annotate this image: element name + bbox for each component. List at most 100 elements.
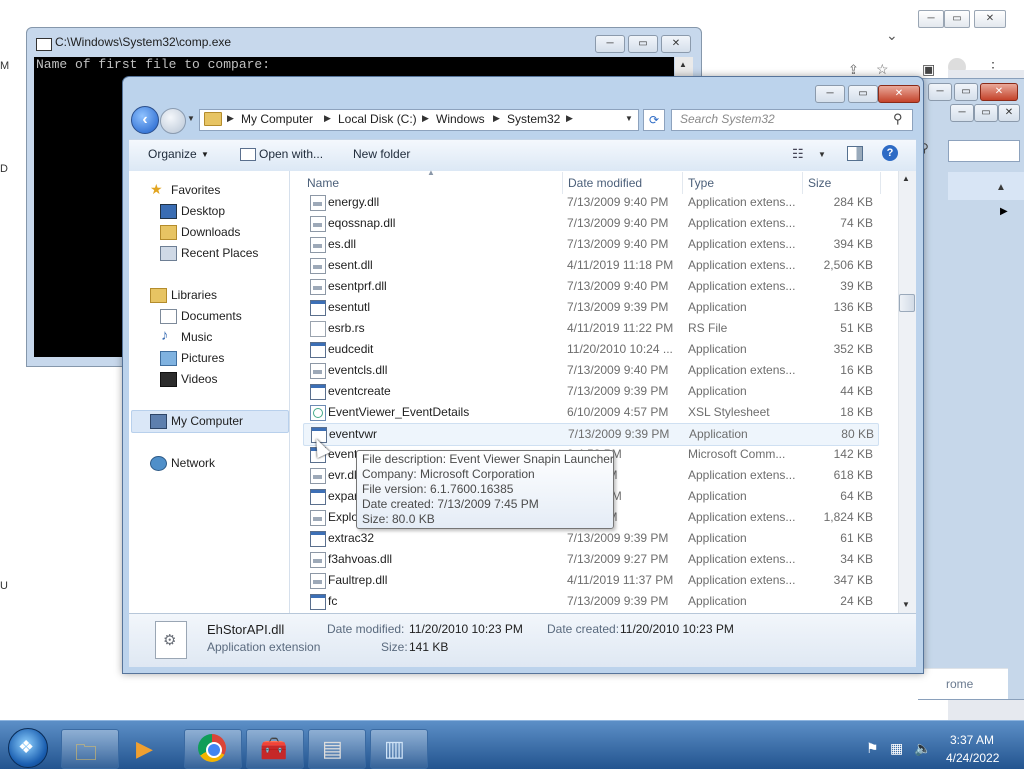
file-row[interactable]: extrac32 7/13/2009 9:39 PM Application 61 K… xyxy=(303,528,877,549)
nav-documents[interactable]: Documents xyxy=(181,309,242,323)
file-row[interactable]: energy.dll 7/13/2009 9:40 PM Application e… xyxy=(303,192,877,213)
explorer-maximize-button[interactable]: ▭ xyxy=(848,85,878,103)
clock-date[interactable]: 4/24/2022 xyxy=(946,751,999,765)
music-icon: ♪ xyxy=(161,327,169,344)
file-size: 142 KB xyxy=(833,447,873,461)
nav-downloads[interactable]: Downloads xyxy=(181,225,240,239)
file-size: 80 KB xyxy=(841,427,874,441)
chrome-restore-button[interactable]: ▭ xyxy=(944,10,970,28)
breadcrumb-separator-icon[interactable]: ▶ xyxy=(324,113,331,124)
details-file-name: EhStorAPI.dll xyxy=(207,622,285,637)
clock-time[interactable]: 3:37 AM xyxy=(950,733,994,747)
nav-music[interactable]: Music xyxy=(181,330,212,344)
breadcrumb-separator-icon[interactable]: ▶ xyxy=(422,113,429,124)
file-row[interactable]: esentprf.dll 7/13/2009 9:40 PM Application… xyxy=(303,276,877,297)
console-minimize-button[interactable]: ─ xyxy=(595,35,625,53)
network-tray-icon[interactable]: ▦ xyxy=(890,740,903,757)
explorer-minimize-button[interactable]: ─ xyxy=(815,85,845,103)
breadcrumb-separator-icon[interactable]: ▶ xyxy=(493,113,500,124)
bg-search-box[interactable] xyxy=(948,140,1020,162)
dll-file-icon xyxy=(310,237,326,253)
bg2-close-button[interactable]: ✕ xyxy=(998,104,1020,122)
back-button[interactable]: ‹ xyxy=(131,106,159,134)
bg-minimize-button[interactable]: ─ xyxy=(928,83,952,101)
pictures-icon xyxy=(160,351,177,366)
console-close-button[interactable]: ✕ xyxy=(661,35,691,53)
file-name: energy.dll xyxy=(328,195,380,209)
column-divider[interactable] xyxy=(802,172,803,194)
bg2-minimize-button[interactable]: ─ xyxy=(950,104,974,122)
chevron-down-icon[interactable]: ⌄ xyxy=(886,27,898,44)
file-row[interactable]: EventViewer_EventDetails 6/10/2009 4:57 P… xyxy=(303,402,877,423)
history-dropdown-icon[interactable]: ▼ xyxy=(187,114,195,123)
breadcrumb-separator-icon[interactable]: ▶ xyxy=(227,113,234,124)
nav-my-computer[interactable]: My Computer xyxy=(171,414,243,428)
nav-network[interactable]: Network xyxy=(171,456,215,470)
breadcrumb-separator-icon[interactable]: ▶ xyxy=(566,113,573,124)
file-name: f3ahvoas.dll xyxy=(328,552,393,566)
views-icon[interactable]: ☷ xyxy=(792,146,804,162)
extensions-icon[interactable]: ▣ xyxy=(922,61,935,78)
help-icon[interactable]: ? xyxy=(882,145,898,161)
breadcrumb-local-disk[interactable]: Local Disk (C:) xyxy=(338,112,417,126)
breadcrumb-system32[interactable]: System32 xyxy=(507,112,560,126)
console-maximize-button[interactable]: ▭ xyxy=(628,35,658,53)
file-row[interactable]: eventvwr 7/13/2009 9:39 PM Application 80 K… xyxy=(303,423,879,446)
organize-button[interactable]: Organize xyxy=(148,147,197,161)
forward-button[interactable] xyxy=(160,108,186,134)
column-size[interactable]: Size xyxy=(808,176,831,190)
file-list-scrollbar[interactable] xyxy=(898,171,916,613)
column-type[interactable]: Type xyxy=(688,176,714,190)
action-center-icon[interactable]: ⚑ xyxy=(866,740,879,757)
file-row[interactable]: eventcls.dll 7/13/2009 9:40 PM Application… xyxy=(303,360,877,381)
column-divider[interactable] xyxy=(682,172,683,194)
refresh-button[interactable]: ⟳ xyxy=(643,109,665,131)
chrome-close-button[interactable]: ✕ xyxy=(974,10,1006,28)
chrome-minimize-button[interactable]: ─ xyxy=(918,10,944,28)
nav-libraries[interactable]: Libraries xyxy=(171,288,217,302)
breadcrumb-my-computer[interactable]: My Computer xyxy=(241,112,313,126)
search-icon[interactable]: ⚲ xyxy=(893,111,903,127)
file-row[interactable]: es.dll 7/13/2009 9:40 PM Application exten… xyxy=(303,234,877,255)
scroll-up-icon[interactable]: ▲ xyxy=(902,174,910,183)
file-row[interactable]: esentutl 7/13/2009 9:39 PM Application 136 … xyxy=(303,297,877,318)
file-size: 61 KB xyxy=(840,531,873,545)
file-row[interactable]: esent.dll 4/11/2019 11:18 PM Application e… xyxy=(303,255,877,276)
nav-desktop[interactable]: Desktop xyxy=(181,204,225,218)
bg2-restore-button[interactable]: ▭ xyxy=(974,104,998,122)
expand-icon[interactable]: ▶ xyxy=(1000,206,1008,217)
volume-icon[interactable]: 🔈 xyxy=(914,740,931,757)
app-file-icon xyxy=(310,384,326,400)
file-row[interactable]: eventcreate 7/13/2009 9:39 PM Application 4… xyxy=(303,381,877,402)
column-divider[interactable] xyxy=(880,172,881,194)
breadcrumb-windows[interactable]: Windows xyxy=(436,112,485,126)
chevron-down-icon[interactable]: ▼ xyxy=(818,150,826,159)
nav-videos[interactable]: Videos xyxy=(181,372,217,386)
file-row[interactable]: Faultrep.dll 4/11/2019 11:37 PM Applicatio… xyxy=(303,570,877,591)
scroll-up-icon[interactable]: ▲ xyxy=(679,60,687,69)
file-row[interactable]: eudcedit 11/20/2010 10:24 ... Application 3… xyxy=(303,339,877,360)
new-folder-button[interactable]: New folder xyxy=(353,147,410,161)
dll-file-icon xyxy=(310,216,326,232)
bg-close-button[interactable]: ✕ xyxy=(980,83,1018,101)
scroll-down-icon[interactable]: ▼ xyxy=(902,600,910,609)
address-dropdown-icon[interactable]: ▼ xyxy=(625,114,633,123)
collapse-icon[interactable]: ▲ xyxy=(996,182,1006,193)
nav-recent-places[interactable]: Recent Places xyxy=(181,246,258,260)
chevron-down-icon[interactable]: ▼ xyxy=(201,150,209,159)
bg-restore-button[interactable]: ▭ xyxy=(954,83,978,101)
preview-pane-icon[interactable] xyxy=(847,146,863,161)
file-row[interactable]: esrb.rs 4/11/2019 11:22 PM RS File 51 KB xyxy=(303,318,877,339)
file-row[interactable]: f3ahvoas.dll 7/13/2009 9:27 PM Application… xyxy=(303,549,877,570)
column-divider[interactable] xyxy=(562,172,563,194)
column-date-modified[interactable]: Date modified xyxy=(568,176,642,190)
file-row[interactable]: fc 7/13/2009 9:39 PM Application 24 KB xyxy=(303,591,877,612)
explorer-close-button[interactable]: ✕ xyxy=(878,85,920,103)
nav-pictures[interactable]: Pictures xyxy=(181,351,224,365)
scrollbar-thumb[interactable] xyxy=(899,294,915,312)
file-size: 136 KB xyxy=(833,300,873,314)
column-name[interactable]: Name xyxy=(307,176,339,190)
nav-favorites[interactable]: Favorites xyxy=(171,183,220,197)
file-row[interactable]: eqossnap.dll 7/13/2009 9:40 PM Application… xyxy=(303,213,877,234)
open-with-button[interactable]: Open with... xyxy=(259,147,323,161)
